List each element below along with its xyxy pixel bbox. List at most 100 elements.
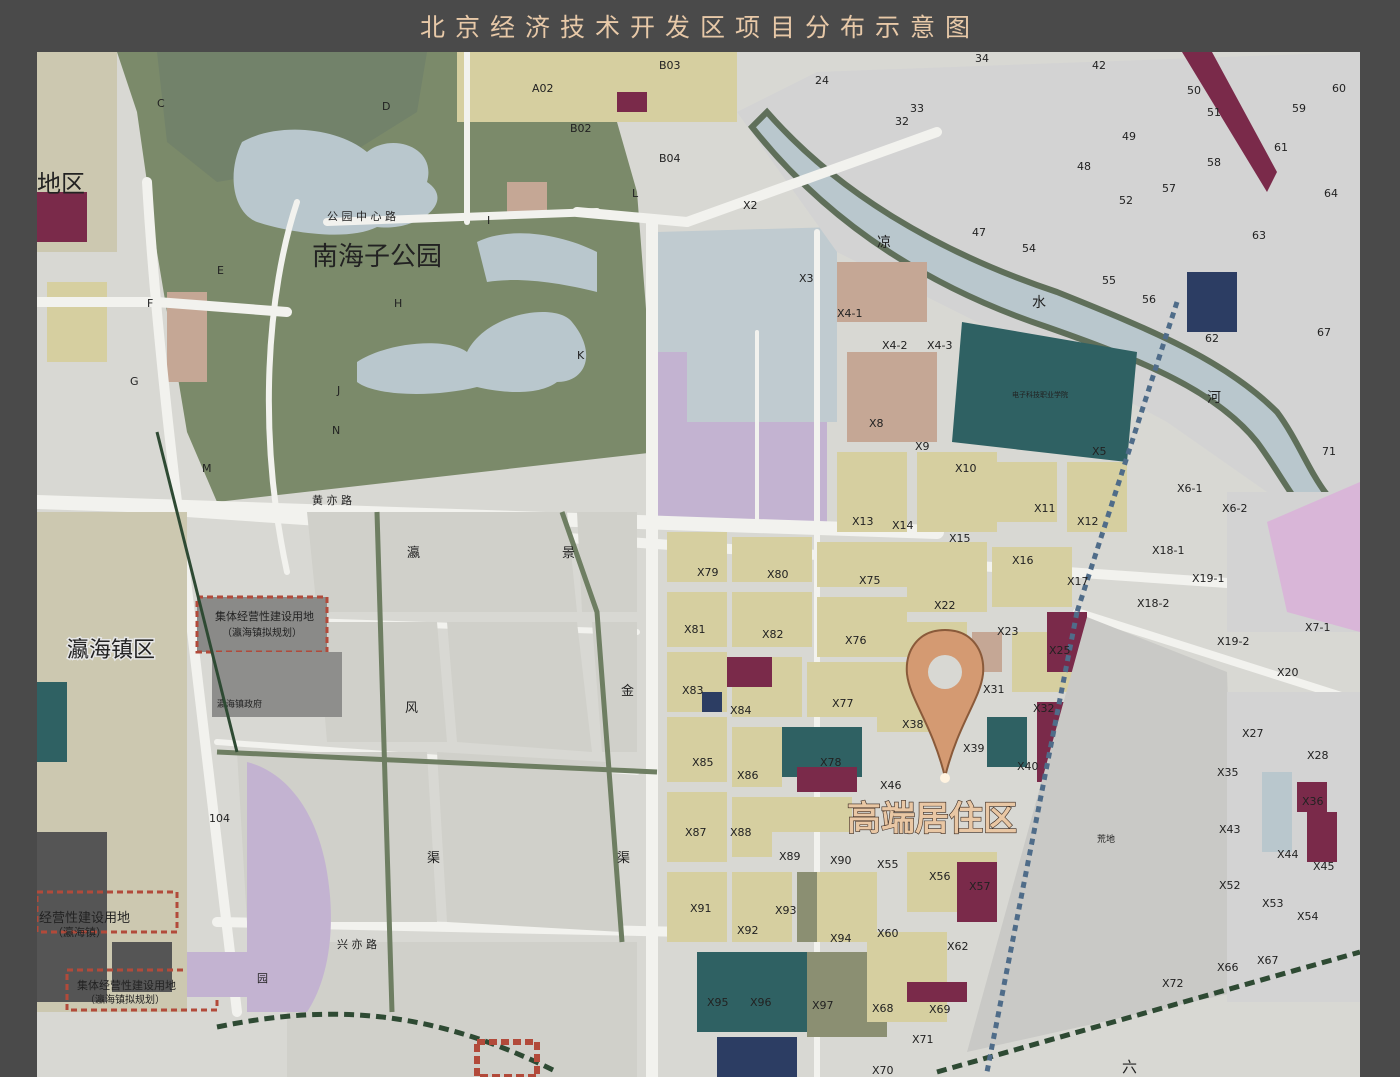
block-x94: X94 (830, 932, 852, 945)
park-zone-c-label: C (157, 97, 165, 110)
block-x4-3: X4-3 (927, 339, 953, 352)
block-x6-2: X6-2 (1222, 502, 1248, 515)
block-b04: B04 (659, 152, 681, 165)
block-x87: X87 (685, 826, 707, 839)
block-x10: X10 (955, 462, 977, 475)
park-zone-f-label: F (147, 297, 153, 310)
block-57: 57 (1162, 182, 1176, 195)
block-x18-1: X18-1 (1152, 544, 1185, 557)
road-feng: 风 (405, 701, 418, 716)
park-zone-i-label: I (487, 214, 490, 227)
ne-navy-block (1187, 272, 1237, 332)
block-32: 32 (895, 115, 909, 128)
block-x53: X53 (1262, 897, 1284, 910)
block-x92: X92 (737, 924, 759, 937)
collective-land-2-sub: （瀛海镇拟规划） (85, 993, 165, 1006)
block-x46: X46 (880, 779, 902, 792)
block-x35: X35 (1217, 766, 1239, 779)
block-x13: X13 (852, 515, 874, 528)
road-104-label: 104 (209, 812, 230, 825)
road-xingyi: 兴 亦 路 (337, 937, 377, 951)
collective-land-3-label: 经营性建设用地 (39, 911, 130, 926)
collective-land-1-label: 集体经营性建设用地 (215, 609, 314, 623)
block-x20: X20 (1277, 666, 1299, 679)
road-jin: 金 (621, 683, 634, 699)
block-x9: X9 (915, 440, 930, 453)
road-huangyi: 黄 亦 路 (312, 493, 352, 507)
road-qu2: 渠 (617, 851, 630, 866)
block-x79: X79 (697, 566, 719, 579)
block-54: 54 (1022, 242, 1036, 255)
block-x81: X81 (684, 623, 706, 636)
block-x62: X62 (947, 940, 969, 953)
collective-land-3-sub: （瀛海镇） (52, 925, 107, 939)
park-zone-n-label: N (332, 424, 340, 437)
block-x86: X86 (737, 769, 759, 782)
road-yuan: 园 (257, 972, 268, 985)
block-x97: X97 (812, 999, 834, 1012)
north-commercial (617, 92, 647, 112)
block-x67: X67 (1257, 954, 1279, 967)
river-label-1: 凉 (877, 235, 891, 251)
block-x23: X23 (997, 625, 1019, 638)
block-x27: X27 (1242, 727, 1264, 740)
block-34: 34 (975, 52, 989, 65)
block-x36: X36 (1302, 795, 1324, 808)
block-48: 48 (1077, 160, 1091, 173)
park-zone-l-label: L (632, 187, 639, 200)
block-47: 47 (972, 226, 986, 239)
block-x5: X5 (1092, 445, 1107, 458)
map-pin-hole (928, 655, 962, 689)
block-b03: B03 (659, 59, 681, 72)
road-gongyuan: 公 园 中 心 路 (327, 210, 396, 223)
block-x43: X43 (1219, 823, 1241, 836)
block-x82: X82 (762, 628, 784, 641)
college-label: 电子科技职业学院 (1012, 390, 1068, 399)
block-x40: X40 (1017, 760, 1039, 773)
road-liu: 六 (1122, 1058, 1137, 1076)
block-x89: X89 (779, 850, 801, 863)
town-purple-block (187, 952, 247, 997)
river-label-2: 水 (1032, 295, 1046, 311)
page-title: 北京经济技术开发区项目分布示意图 (419, 13, 980, 42)
block-x83: X83 (682, 684, 704, 697)
block-x4-1: X4-1 (837, 307, 863, 320)
map-frame[interactable]: 电子科技职业学院 集体经营性建设用地 （瀛海镇拟规划） 瀛海镇政府 经营性建设用… (37, 52, 1360, 1077)
map-canvas[interactable]: 电子科技职业学院 集体经营性建设用地 （瀛海镇拟规划） 瀛海镇政府 经营性建设用… (37, 52, 1360, 1077)
block-x96: X96 (750, 996, 772, 1009)
block-x45: X45 (1313, 860, 1335, 873)
block-x90: X90 (830, 854, 852, 867)
block-x76: X76 (845, 634, 867, 647)
block-x93: X93 (775, 904, 797, 917)
park-brown-block (507, 182, 547, 212)
block-x69: X69 (929, 1003, 951, 1016)
block-x6-1: X6-1 (1177, 482, 1203, 495)
block-55: 55 (1102, 274, 1116, 287)
block-x31: X31 (983, 683, 1005, 696)
block-x78: X78 (820, 756, 842, 769)
highlight-label: 高端居住区 (847, 799, 1017, 839)
small-pond (1262, 772, 1292, 852)
park-zone-j-label: J (336, 384, 340, 397)
block-x91: X91 (690, 902, 712, 915)
edge-district: 地区 (37, 170, 85, 198)
block-x28: X28 (1307, 749, 1329, 762)
block-x84: X84 (730, 704, 752, 717)
north-strip (457, 52, 737, 122)
title-bar: 北京经济技术开发区项目分布示意图 (0, 0, 1400, 52)
nw-block-2 (47, 282, 107, 362)
block-x68: X68 (872, 1002, 894, 1015)
river-label-3: 河 (1207, 390, 1221, 406)
block-x72: X72 (1162, 977, 1184, 990)
block-x11: X11 (1034, 502, 1056, 515)
block-x52: X52 (1219, 879, 1241, 892)
town-teal-block (37, 682, 67, 762)
block-x77: X77 (832, 697, 854, 710)
block-x25: X25 (1049, 644, 1071, 657)
block-x75: X75 (859, 574, 881, 587)
block-x88: X88 (730, 826, 752, 839)
block-x2: X2 (743, 199, 758, 212)
park-zone-k-label: K (577, 349, 585, 362)
block-x57: X57 (969, 880, 991, 893)
park-zone-g-label: G (130, 375, 139, 388)
